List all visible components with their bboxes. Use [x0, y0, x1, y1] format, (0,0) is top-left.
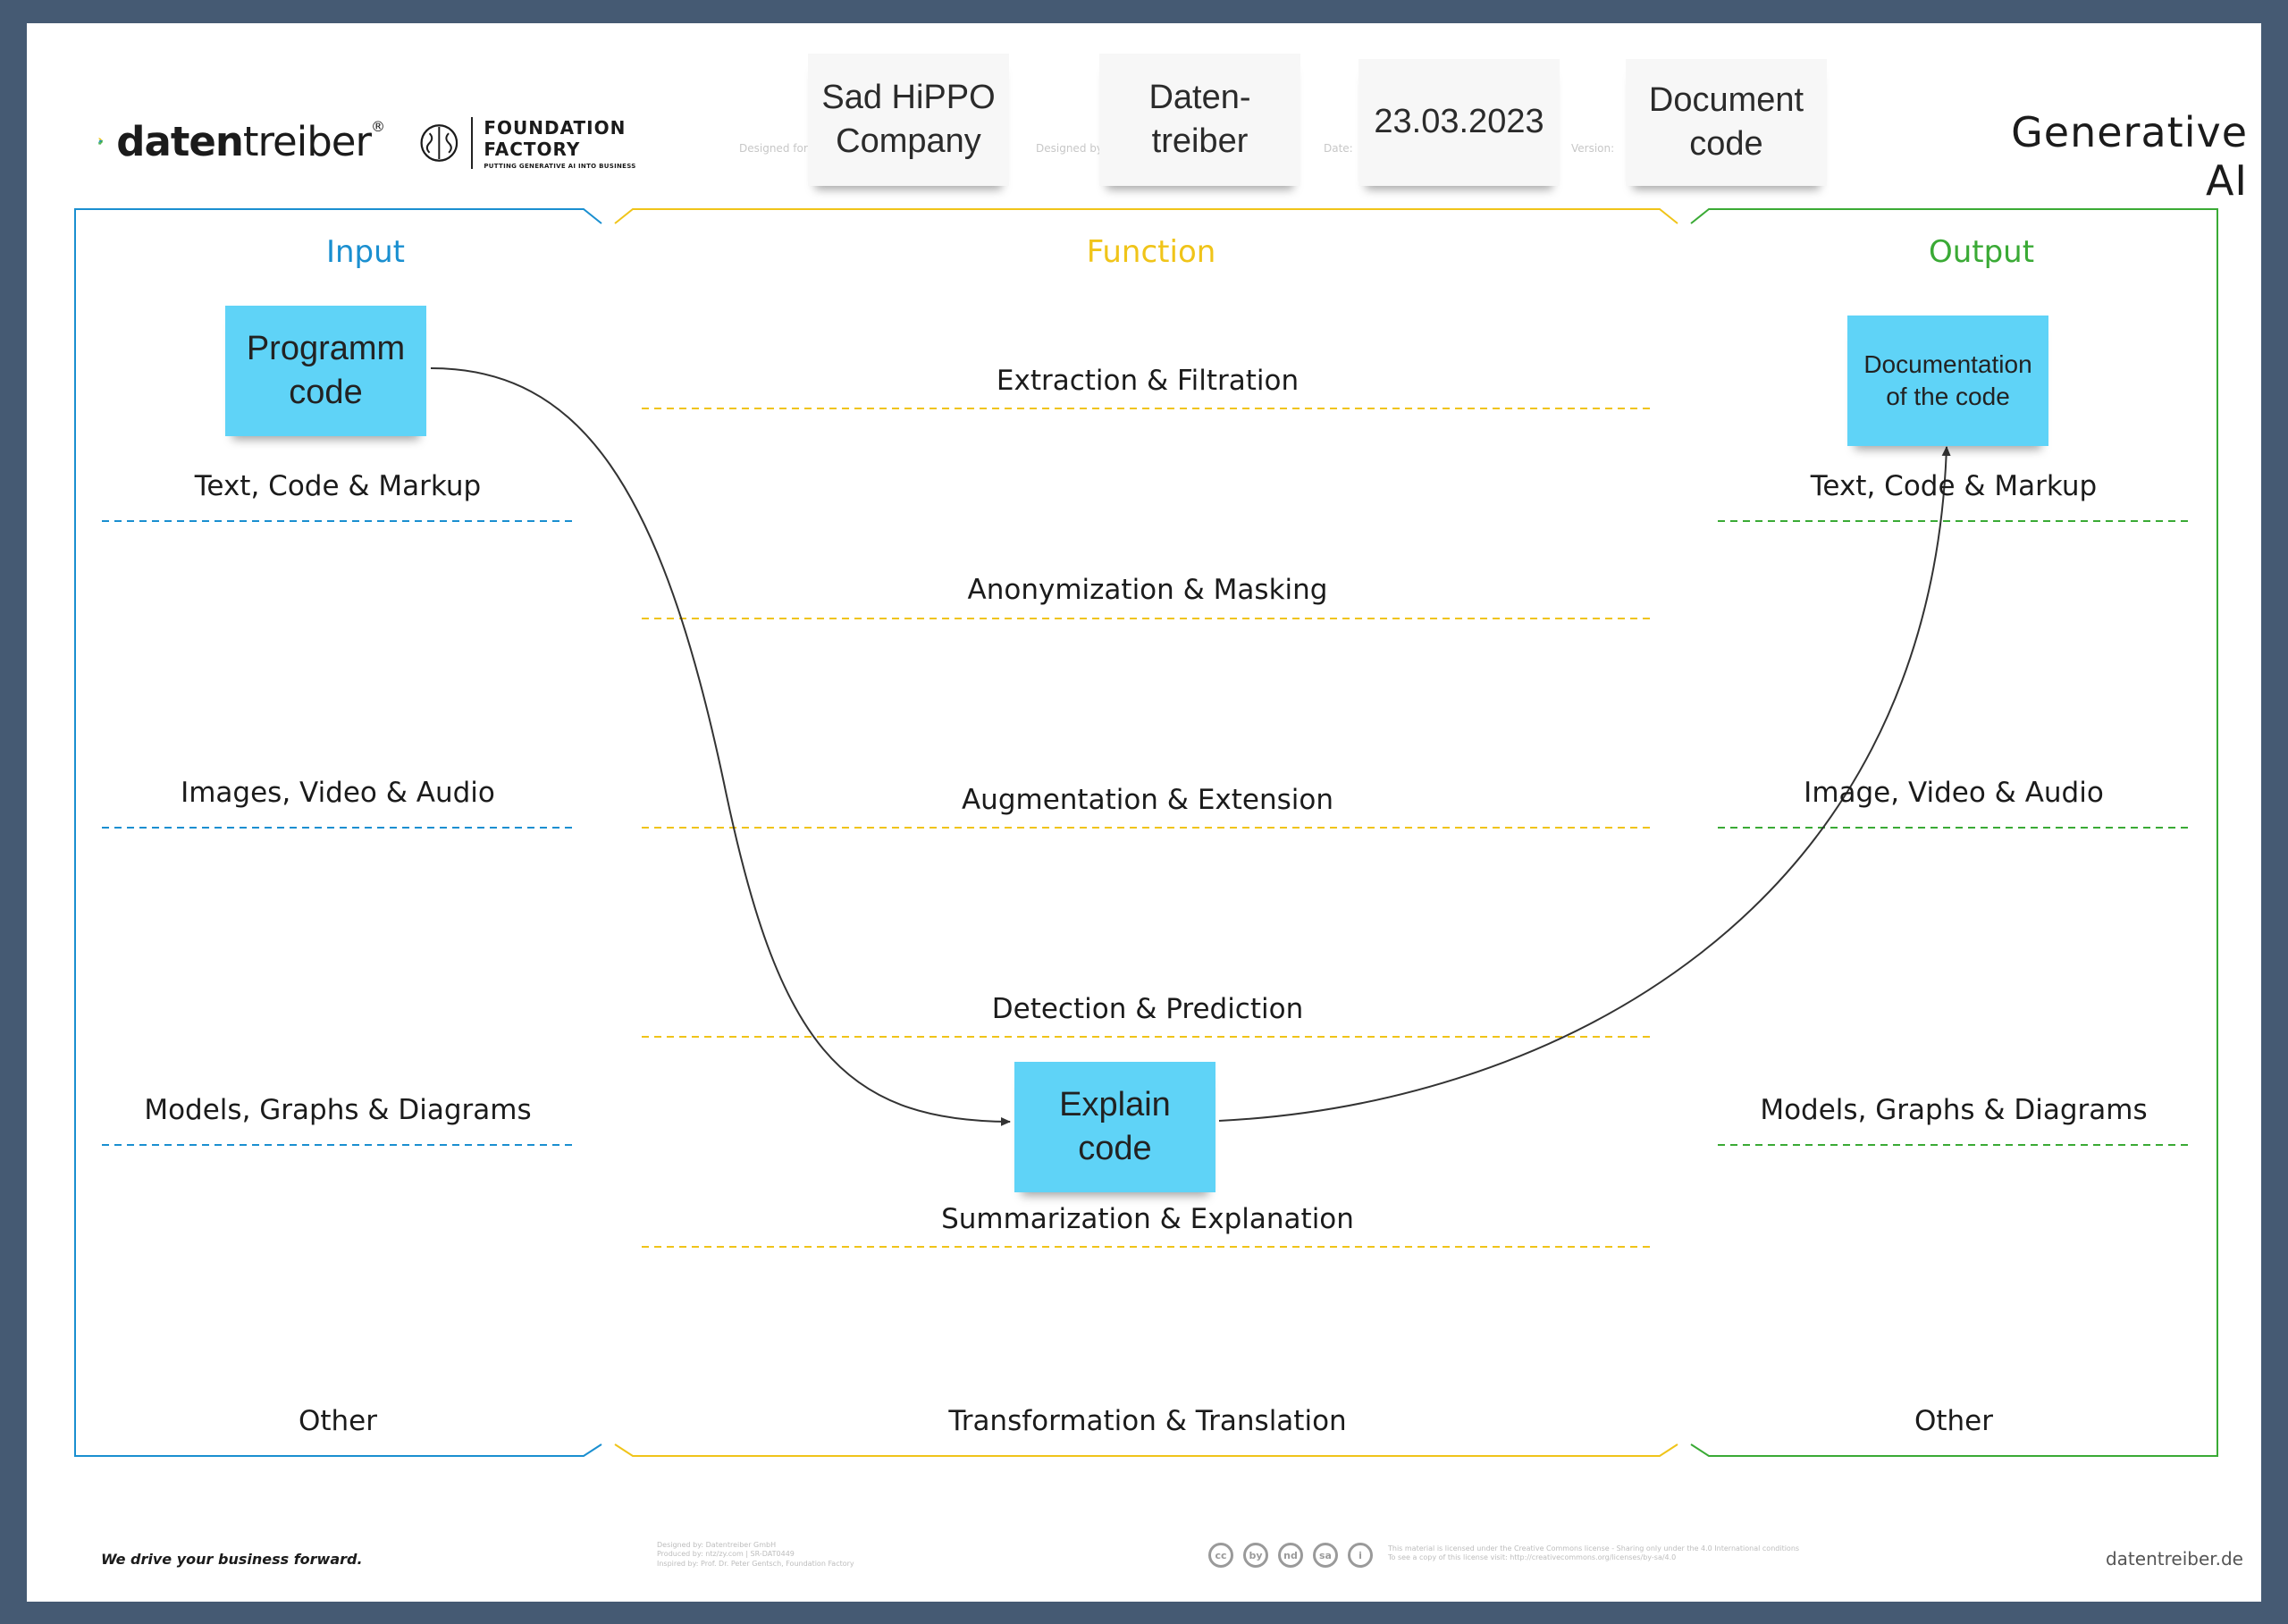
credit-line: Designed by: Datentreiber GmbH [657, 1541, 777, 1549]
credit-line: Inspired by: Prof. Dr. Peter Gentsch, Fo… [657, 1559, 854, 1568]
function-frame-top [614, 208, 1678, 224]
input-row-label: Models, Graphs & Diagrams [144, 1094, 532, 1126]
output-row-label: Other [1914, 1405, 1994, 1437]
output-row-label: Text, Code & Markup [1810, 470, 2098, 502]
output-row-label: Image, Video & Audio [1804, 777, 2104, 809]
function-row-label: Extraction & Filtration [996, 365, 1300, 397]
function-heading: Function [1086, 234, 1216, 270]
input-sticky-note[interactable]: Programm code [225, 306, 426, 436]
cc-info-icon: i [1348, 1543, 1373, 1568]
function-sticky-note[interactable]: Explain code [1014, 1062, 1216, 1192]
footer-slogan: We drive your business forward. [101, 1551, 363, 1568]
output-sticky-note[interactable]: Documentation of the code [1847, 316, 2048, 446]
cc-by-icon: by [1243, 1543, 1268, 1568]
function-row-label: Transformation & Translation [948, 1405, 1347, 1437]
input-heading: Input [325, 234, 406, 270]
function-row-label: Augmentation & Extension [961, 784, 1334, 816]
function-row-label: Detection & Prediction [991, 993, 1304, 1025]
input-row-label: Text, Code & Markup [194, 470, 482, 502]
credit-line: Produced by: ntz/zy.com | SR-DAT0449 [657, 1550, 795, 1559]
input-dividers [102, 520, 574, 1146]
footer-license: This material is licensed under the Crea… [1388, 1544, 1817, 1563]
function-row-label: Anonymization & Masking [967, 574, 1328, 606]
cc-icon: cc [1208, 1543, 1233, 1568]
license-line: To see a copy of this license visit: htt… [1388, 1553, 1677, 1562]
license-line: This material is licensed under the Crea… [1388, 1544, 1800, 1552]
canvas-sheet: datentreiber® FOUNDATION FACTORY PUTTING… [27, 23, 2261, 1602]
cc-nd-icon: nd [1278, 1543, 1303, 1568]
output-heading: Output [1928, 234, 2035, 270]
function-frame-bottom [614, 1443, 1678, 1457]
input-row-label: Images, Video & Audio [181, 777, 495, 809]
footer-credits: Designed by: Datentreiber GmbH Produced … [657, 1541, 854, 1569]
cc-license-icons: cc by nd sa i [1208, 1543, 1373, 1568]
output-dividers [1718, 520, 2190, 1146]
input-row-label: Other [298, 1405, 378, 1437]
output-row-label: Models, Graphs & Diagrams [1760, 1094, 2148, 1126]
footer-website-link[interactable]: datentreiber.de [2047, 1548, 2243, 1569]
cc-sa-icon: sa [1313, 1543, 1338, 1568]
function-row-label: Summarization & Explanation [941, 1203, 1354, 1235]
